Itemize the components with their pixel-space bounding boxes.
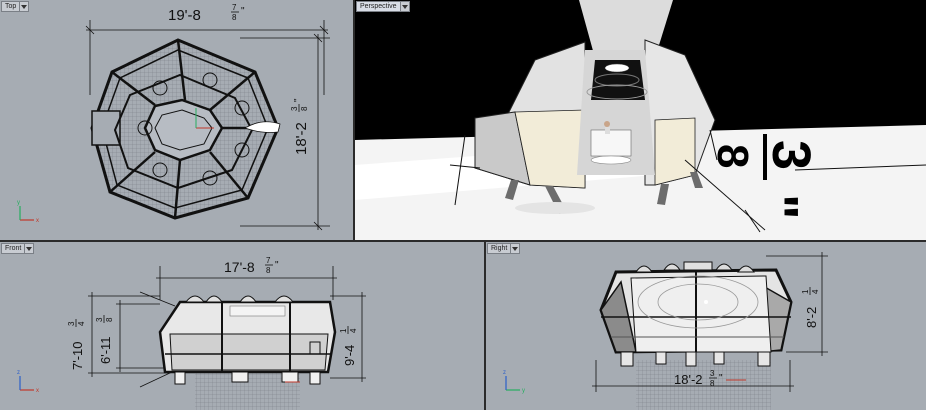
dim-height-num: 1 [801,289,810,294]
axis-x-label: x [36,218,39,224]
top-view-drawing: x y 19'-8 7 8 " 18'-2 3 8 " [17,3,330,231]
dim-left-inner-num: 3 [95,317,104,322]
chevron-down-icon[interactable] [400,1,410,12]
perspective-render: 3 8 " [355,0,926,240]
perspective-dim-num: 3 [761,140,821,170]
viewport-title[interactable]: Perspective [356,1,401,12]
perspective-dim-den: 8 [708,144,757,168]
axis-z-label: z [503,370,506,376]
dim-height-den: 8 [300,106,309,111]
dim-left-outer-text: 7'-10 [70,341,85,370]
viewport-perspective[interactable]: Perspective 3 8 " [355,0,926,240]
chevron-down-icon[interactable] [511,243,521,254]
viewport-right[interactable]: Right y z 8'-2 1 4 18'-2 3 8 " [486,242,926,410]
dim-width-den: 8 [710,379,715,388]
dim-height-num: 3 [290,106,299,111]
dim-height-text: 8'-2 [804,307,819,328]
viewport-front[interactable]: Front x z 17'-8 7 8 " 7'-10 3 4 6'-11 3 … [0,242,484,410]
viewport-tab-right[interactable]: Right [487,243,521,254]
axis-y-label: y [17,200,20,206]
axis-z-label: z [17,370,20,376]
svg-text:": " [241,6,245,17]
dim-width-den: 8 [232,13,237,22]
viewport-top[interactable]: Top x y 19'-8 7 8 " 18'-2 3 8 " [0,0,353,240]
dim-width-num: 3 [710,369,715,378]
dim-width-text: 17'-8 [224,259,255,275]
axis-x-label: x [36,388,39,394]
dim-width-text: 18'-2 [674,372,703,387]
dim-width-num: 7 [232,3,237,12]
dim-height-den: 4 [811,289,820,294]
dim-width-num: 7 [266,256,271,265]
viewport-tab-perspective[interactable]: Perspective [356,1,410,12]
dim-left-inner-text: 6'-11 [98,336,113,364]
front-view-drawing: x z 17'-8 7 8 " 7'-10 3 4 6'-11 3 8 9'-4… [17,256,366,410]
perspective-dim-mark: " [749,194,809,220]
dim-left-inner-den: 8 [105,317,114,322]
svg-text:": " [293,98,304,102]
dim-left-outer-den: 4 [77,321,86,326]
dim-width-den: 8 [266,266,271,275]
viewport-title[interactable]: Top [1,1,21,12]
dim-right-text: 9'-4 [342,345,357,366]
dim-height-text: 18'-2 [293,122,310,155]
chevron-down-icon[interactable] [20,1,30,12]
axis-y-label: y [522,388,525,394]
viewport-tab-front[interactable]: Front [1,243,35,254]
viewport-title[interactable]: Right [487,243,512,254]
chevron-down-icon[interactable] [25,243,35,254]
viewport-title[interactable]: Front [1,243,26,254]
dim-width-text: 19'-8 [168,7,201,24]
dim-left-outer-num: 3 [67,321,76,326]
svg-text:": " [275,260,279,271]
viewport-tab-top[interactable]: Top [1,1,30,12]
right-view-drawing: y z 8'-2 1 4 18'-2 3 8 " [503,252,828,410]
svg-text:": " [719,373,723,384]
dim-right-den: 4 [349,328,358,333]
dim-right-num: 1 [339,328,348,333]
